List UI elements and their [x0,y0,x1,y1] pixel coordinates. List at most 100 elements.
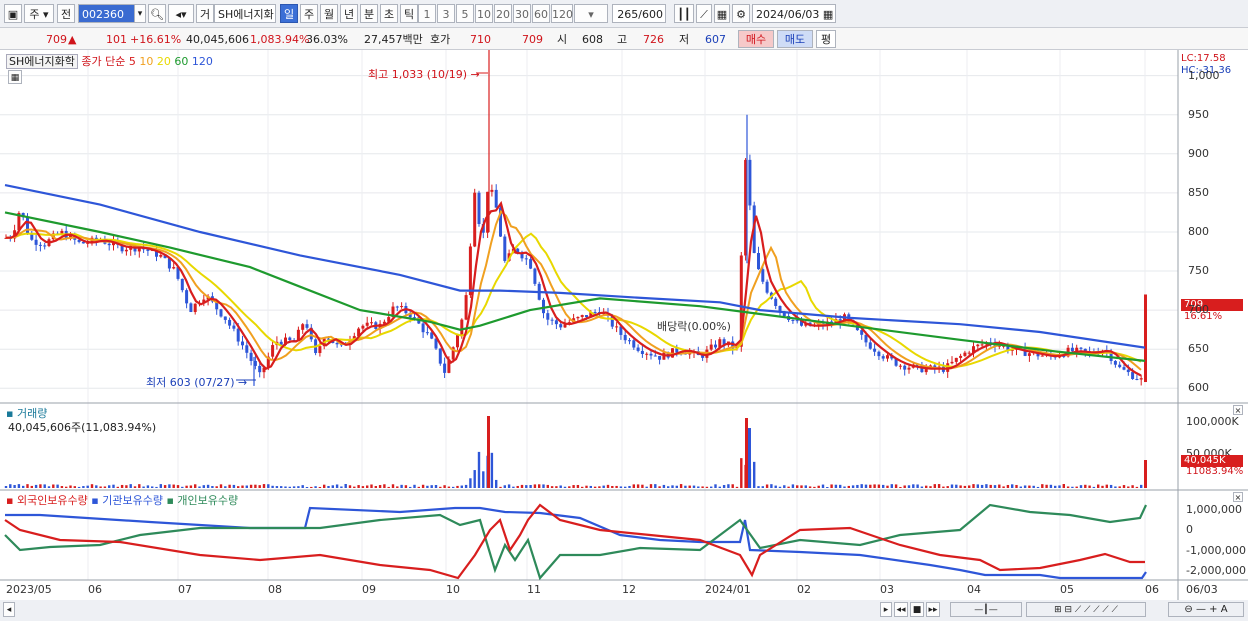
minute-tab-120[interactable]: 120 [551,4,573,23]
volume-bar [538,484,541,488]
code-dropdown-icon[interactable]: ▾ [134,4,146,23]
scroll-right-icon[interactable]: ▸ [880,602,892,617]
volume-bar [284,486,287,488]
buy-button[interactable]: 매수 [738,30,774,48]
freq-tab-4[interactable]: 분 [360,4,378,23]
freq-tab-3[interactable]: 년 [340,4,358,23]
volume-bar [1019,486,1022,488]
candle-body [778,305,782,312]
candle-body [365,322,369,326]
volume-panel-close-icon[interactable]: × [1233,405,1243,415]
stop-icon[interactable]: ■ [910,602,924,617]
ask-price: 710 [470,33,491,46]
stock-name-label[interactable]: SH에너지화학 [6,54,78,69]
gear-icon[interactable]: ⚙ [732,4,750,23]
minute-tab-5[interactable]: 5 [456,4,474,23]
volume-bar [602,485,605,488]
save-icon[interactable]: ▦ [714,4,730,23]
minute-tab-30[interactable]: 30 [513,4,531,23]
minute-tab-3[interactable]: 3 [437,4,455,23]
zoom-slider[interactable]: —┃— [950,602,1022,617]
minute-tab-1[interactable]: 1 [418,4,436,23]
candle-body [658,355,662,360]
window-icon[interactable]: ▣ [4,4,22,23]
rewind-icon[interactable]: ◂◂ [894,602,908,617]
volume-bar [65,486,68,488]
volume-bar [684,485,687,488]
market-select[interactable]: 주 ▾ [24,4,54,23]
volume-bar [456,485,459,488]
volume-bar [774,485,777,488]
freq-tab-5[interactable]: 초 [380,4,398,23]
price-axis-1000: 1,000 [1188,68,1220,82]
scroll-left-icon[interactable]: ◂ [3,602,15,617]
candle-body [580,315,584,317]
ma-period-120: 120 [191,55,213,68]
candle-body [26,217,29,235]
minute-tab-10[interactable]: 10 [475,4,493,23]
freq-tab-2[interactable]: 월 [320,4,338,23]
candle-last [1144,294,1147,383]
candle-body [425,332,429,334]
draw-tool-icon[interactable]: ⟋ [696,4,712,23]
minute-tab-20[interactable]: 20 [494,4,512,23]
volume-bar [615,485,618,488]
minute-dropdown[interactable]: ▾ [574,4,608,23]
candle-icon[interactable]: ┃┃ [674,4,694,23]
candle-body [43,245,47,247]
volume-bar [894,484,898,488]
holdings-axis-1m: 1,000,000 [1186,503,1242,516]
candle-body [60,230,64,234]
volume-bar [323,484,326,488]
volume-bar [740,458,743,488]
volume-bar [989,484,992,488]
candle-body [615,326,619,328]
volume-bar [206,484,210,488]
tool-icons[interactable]: ⊞ ⊟ ⟋ ⟋ ⟋ ⟋ ⟋ [1026,602,1146,617]
count-total: /600 [638,8,663,21]
holdings-panel-close-icon[interactable]: × [1233,492,1243,502]
candle-body [907,367,911,370]
volume-bar [254,484,257,488]
volume-bar [950,484,954,488]
speaker-icon[interactable]: ◂▾ [168,4,194,23]
date-field[interactable]: 2024/06/03 ▦ [752,4,836,23]
zoom-controls[interactable]: ⊖ — + A [1168,602,1244,617]
holdings-legend-0: ▪ 외국인보유수량 [6,494,88,507]
freq-tab-1[interactable]: 주 [300,4,318,23]
forward-icon[interactable]: ▸▸ [926,602,940,617]
volume-bar [1114,486,1117,488]
ma-period-5: 5 [128,55,140,68]
sell-button[interactable]: 매도 [777,30,813,48]
period-type-button[interactable]: 전 [57,4,75,23]
volume-bar [374,486,377,488]
freq-tab-6[interactable]: 틱 [400,4,418,23]
volume-bar [404,485,408,488]
ma-label: 종가 단순 [81,55,126,68]
count-field[interactable]: 265/600 [612,4,666,23]
volume-bar [194,484,197,488]
grid-table-icon[interactable]: ▦ [8,70,22,84]
search-icon[interactable]: 🔍︎ [148,4,166,23]
volume-bar [976,484,979,488]
candle-body [400,306,404,308]
candle-body [950,361,954,364]
volume-bar [1079,485,1083,488]
candle-body [193,303,197,313]
freq-tab-0[interactable]: 일 [280,4,298,23]
calendar-icon[interactable]: ▦ [823,8,833,21]
volume-bar [361,486,365,488]
x-axis-label-4: 09 [362,583,376,596]
eval-button[interactable]: 평 [816,30,836,48]
volume-bar [409,486,412,488]
minute-tab-60[interactable]: 60 [532,4,550,23]
volume-bar [851,485,855,488]
volume-bar [856,484,859,488]
volume-bar [1023,485,1027,488]
volume-bar [159,484,162,488]
candle-body [494,189,498,208]
chart-canvas[interactable] [0,50,1248,621]
trade-button[interactable]: 거 [196,4,214,23]
volume-bar [589,485,592,488]
candle-body [542,299,545,314]
